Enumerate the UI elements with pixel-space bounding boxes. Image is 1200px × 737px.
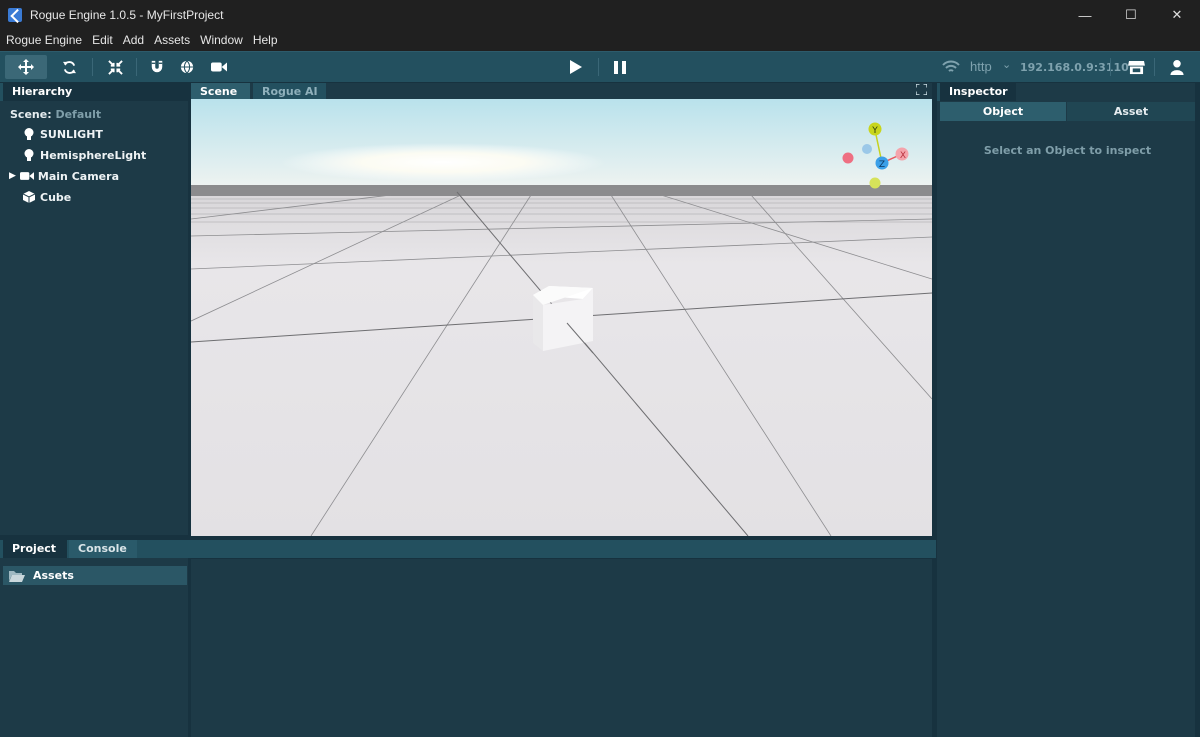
inspector-empty-message: Select an Object to inspect — [983, 144, 1152, 157]
maximize-button[interactable]: ☐ — [1108, 0, 1154, 30]
rotate-icon — [62, 60, 76, 74]
app-logo-icon — [8, 8, 22, 22]
globe-icon — [180, 60, 194, 74]
tab-object[interactable]: Object — [940, 102, 1066, 121]
move-tool-button[interactable] — [5, 55, 47, 79]
magnet-icon — [151, 60, 163, 73]
hierarchy-item-label: HemisphereLight — [40, 148, 147, 162]
menu-window[interactable]: Window — [195, 30, 248, 51]
folder-label: Assets — [33, 569, 74, 582]
gizmo-y-label: Y — [871, 126, 878, 136]
inspector-tabbar: Inspector — [937, 83, 1195, 101]
wifi-icon — [942, 60, 960, 72]
toolbar-separator — [1110, 58, 1111, 76]
snap-button[interactable] — [144, 55, 170, 79]
menu-help[interactable]: Help — [248, 30, 283, 51]
chevron-down-icon[interactable]: ⌄ — [1002, 58, 1011, 71]
lightbulb-icon — [22, 148, 36, 162]
tab-hierarchy[interactable]: Hierarchy — [3, 83, 188, 101]
hierarchy-item-label: Cube — [40, 190, 72, 204]
inspector-panel — [937, 83, 1195, 737]
hierarchy-item-hemispherelight[interactable]: HemisphereLight — [22, 145, 146, 165]
inspector-tabbar-fill — [1016, 83, 1195, 101]
camera-view-button[interactable] — [206, 55, 232, 79]
fullscreen-icon[interactable] — [916, 84, 927, 95]
scene-name: Default — [55, 108, 102, 121]
account-button[interactable] — [1164, 55, 1190, 79]
toolbar-separator — [598, 58, 599, 76]
server-address: 192.168.0.9:3110 — [1020, 61, 1129, 74]
inspector-subtabs: Object Asset — [940, 102, 1195, 121]
menu-edit[interactable]: Edit — [87, 30, 118, 51]
menu-rogue-engine[interactable]: Rogue Engine — [0, 30, 87, 51]
toolbar-separator — [92, 58, 93, 76]
asset-browser[interactable] — [191, 559, 932, 737]
close-button[interactable]: ✕ — [1154, 0, 1200, 30]
gizmo-z-label: Z — [879, 160, 885, 170]
expand-arrow-icon[interactable]: ▶ — [9, 171, 16, 181]
cube-icon — [22, 190, 36, 204]
hierarchy-item-label: SUNLIGHT — [40, 127, 103, 141]
toolbar-separator — [136, 58, 137, 76]
hierarchy-item-sunlight[interactable]: SUNLIGHT — [22, 124, 103, 144]
window-controls: — ☐ ✕ — [1062, 0, 1200, 30]
scene-render[interactable]: Y X Z — [191, 99, 932, 536]
tab-project[interactable]: Project — [3, 540, 67, 558]
world-space-button[interactable] — [174, 55, 200, 79]
tab-asset[interactable]: Asset — [1067, 102, 1195, 121]
pause-icon — [614, 60, 626, 74]
scene-viewport[interactable]: Y X Z — [191, 99, 932, 536]
toolbar: http ⌄ 192.168.0.9:3110 — [0, 51, 1200, 82]
user-icon — [1170, 59, 1184, 75]
gizmo-x-label: X — [900, 151, 906, 161]
lightbulb-icon — [22, 127, 36, 141]
video-camera-icon — [19, 169, 34, 183]
menu-bar: Rogue Engine Edit Add Assets Window Help — [0, 30, 1200, 51]
move-icon — [18, 59, 34, 75]
play-icon — [570, 60, 582, 74]
toolbar-separator — [1154, 58, 1155, 76]
hierarchy-item-cube[interactable]: Cube — [22, 187, 71, 207]
rotate-tool-button[interactable] — [56, 55, 82, 79]
scale-tool-button[interactable] — [102, 55, 128, 79]
folder-open-icon — [9, 570, 25, 582]
store-button[interactable] — [1123, 55, 1149, 79]
scale-icon — [107, 59, 123, 75]
title-bar: Rogue Engine 1.0.5 - MyFirstProject — ☐ … — [0, 0, 1200, 30]
menu-add[interactable]: Add — [118, 30, 149, 51]
hierarchy-item-main-camera[interactable]: ▶ Main Camera — [9, 166, 119, 186]
hierarchy-item-label: Main Camera — [37, 169, 119, 183]
folder-assets[interactable]: Assets — [3, 566, 187, 585]
scene-selector[interactable]: Scene: Default — [10, 108, 101, 121]
play-button[interactable] — [563, 55, 589, 79]
menu-assets[interactable]: Assets — [149, 30, 195, 51]
store-icon — [1127, 60, 1145, 74]
hierarchy-tabbar: Hierarchy — [0, 83, 188, 101]
pause-button[interactable] — [607, 55, 633, 79]
tab-inspector[interactable]: Inspector — [940, 83, 1016, 101]
bottom-tabbar: Project Console — [0, 540, 936, 558]
protocol-select[interactable]: http — [970, 59, 992, 74]
minimize-button[interactable]: — — [1062, 0, 1108, 30]
video-camera-icon — [211, 62, 227, 72]
scene-label: Scene: — [10, 108, 52, 121]
window-title: Rogue Engine 1.0.5 - MyFirstProject — [30, 8, 224, 22]
tab-console[interactable]: Console — [69, 540, 137, 558]
